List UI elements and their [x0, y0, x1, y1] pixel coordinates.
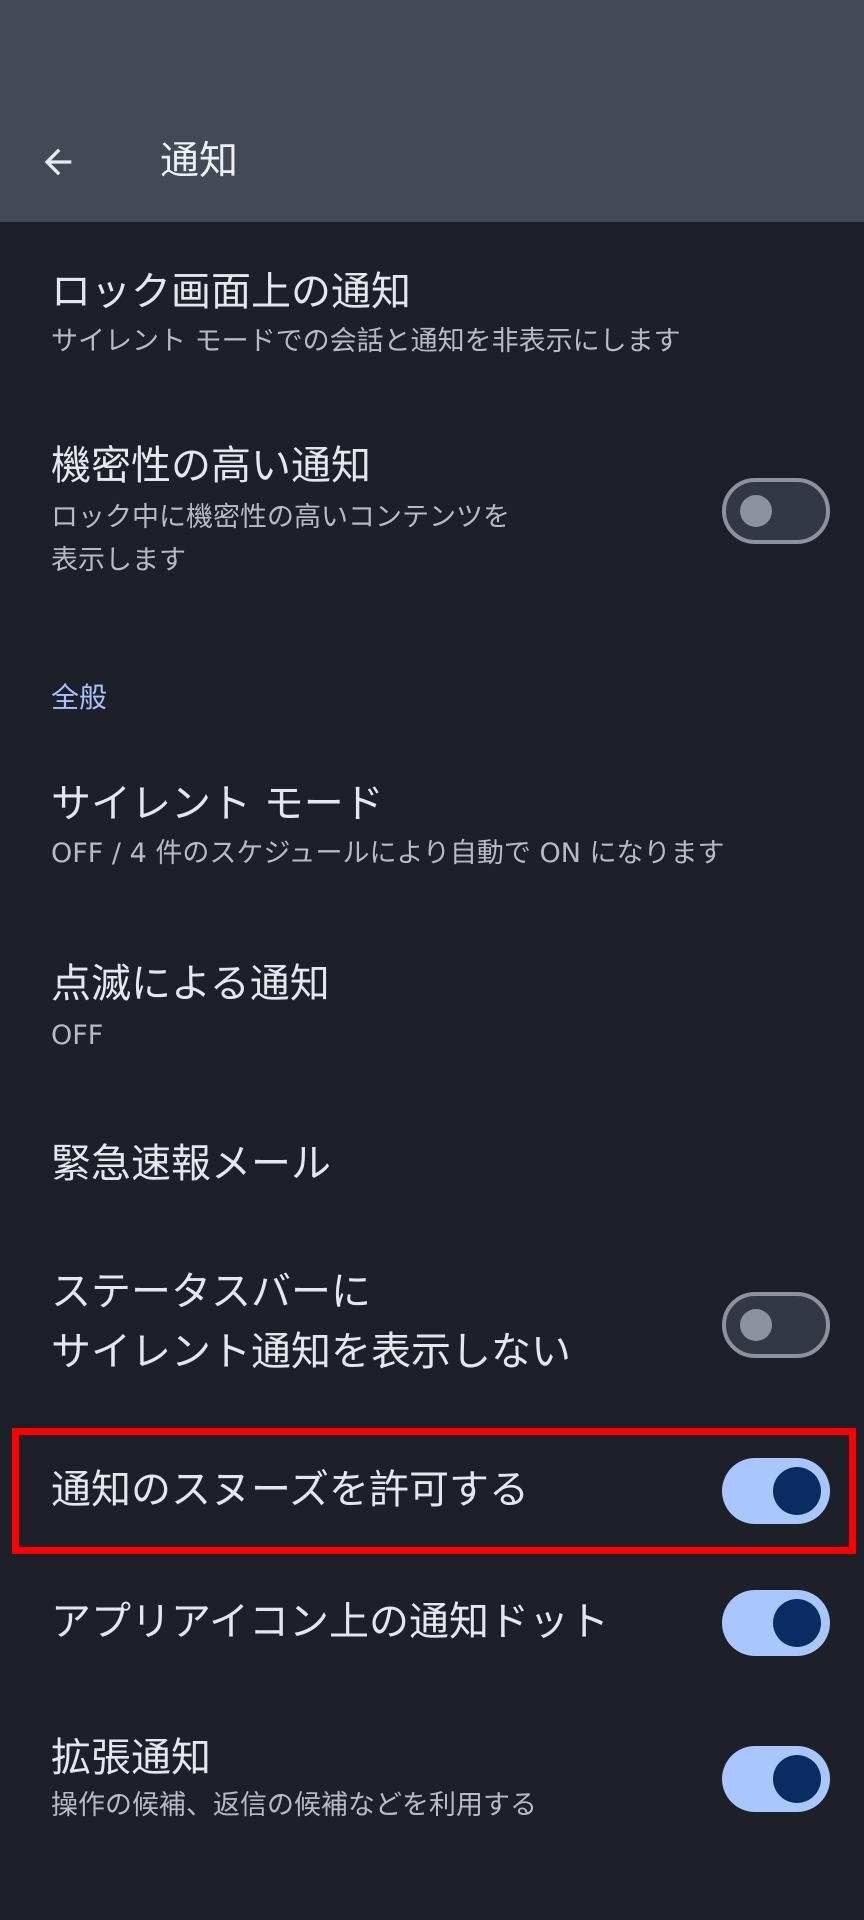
notification-dots-title: アプリアイコン上の通知ドット — [51, 1599, 609, 1645]
flash-notifications-title: 点滅による通知 — [51, 961, 330, 1007]
hide-silent-in-status-bar-item[interactable]: ステータスバーに サイレント通知を表示しない — [0, 1262, 864, 1396]
arrow-left-icon — [44, 148, 72, 176]
do-not-disturb-summary: OFF / 4 件のスケジュールにより自動で ON になります — [51, 838, 725, 869]
allow-notification-snooze-switch[interactable] — [722, 1458, 830, 1524]
allow-notification-snooze-item[interactable]: 通知のスヌーズを許可する — [0, 1440, 864, 1542]
sensitive-notifications-title: 機密性の高い通知 — [51, 443, 371, 489]
section-header-general: 全般 — [51, 681, 108, 714]
switch-thumb — [773, 1467, 821, 1515]
emergency-alerts-title: 緊急速報メール — [51, 1141, 331, 1187]
hide-silent-title-line2: サイレント通知を表示しない — [51, 1329, 571, 1375]
notification-dots-item[interactable]: アプリアイコン上の通知ドット — [0, 1572, 864, 1674]
notification-dots-switch[interactable] — [722, 1590, 830, 1656]
enhanced-notifications-title: 拡張通知 — [51, 1735, 211, 1781]
lock-screen-notifications-summary: サイレント モードでの会話と通知を非表示にします — [51, 326, 681, 357]
switch-thumb — [773, 1755, 821, 1803]
lock-screen-notifications-item[interactable]: ロック画面上の通知 サイレント モードでの会話と通知を非表示にします — [0, 256, 864, 382]
flash-notifications-item[interactable]: 点滅による通知 OFF — [0, 952, 864, 1072]
flash-notifications-summary: OFF — [51, 1020, 104, 1051]
switch-thumb — [773, 1599, 821, 1647]
do-not-disturb-title: サイレント モード — [51, 781, 384, 827]
enhanced-notifications-item[interactable]: 拡張通知 操作の候補、返信の候補などを利用する — [0, 1726, 864, 1846]
sensitive-notifications-switch[interactable] — [722, 478, 830, 544]
enhanced-notifications-switch[interactable] — [722, 1746, 830, 1812]
sensitive-notifications-summary-line1: ロック中に機密性の高いコンテンツを — [51, 502, 510, 533]
sensitive-notifications-item[interactable]: 機密性の高い通知 ロック中に機密性の高いコンテンツを 表示します — [0, 436, 864, 606]
top-app-bar: 通知 — [0, 0, 864, 222]
enhanced-notifications-summary: 操作の候補、返信の候補などを利用する — [51, 1790, 537, 1821]
back-button[interactable] — [32, 136, 84, 188]
hide-silent-title-line1: ステータスバーに — [51, 1269, 371, 1315]
hide-silent-in-status-bar-switch[interactable] — [722, 1292, 830, 1358]
emergency-alerts-item[interactable]: 緊急速報メール — [0, 1130, 864, 1230]
do-not-disturb-item[interactable]: サイレント モード OFF / 4 件のスケジュールにより自動で ON になりま… — [0, 772, 864, 892]
switch-thumb — [740, 495, 772, 527]
lock-screen-notifications-title: ロック画面上の通知 — [51, 269, 411, 315]
page-title: 通知 — [160, 139, 239, 184]
allow-notification-snooze-title: 通知のスヌーズを許可する — [51, 1467, 529, 1513]
switch-thumb — [740, 1309, 772, 1341]
sensitive-notifications-summary-line2: 表示します — [51, 545, 186, 576]
